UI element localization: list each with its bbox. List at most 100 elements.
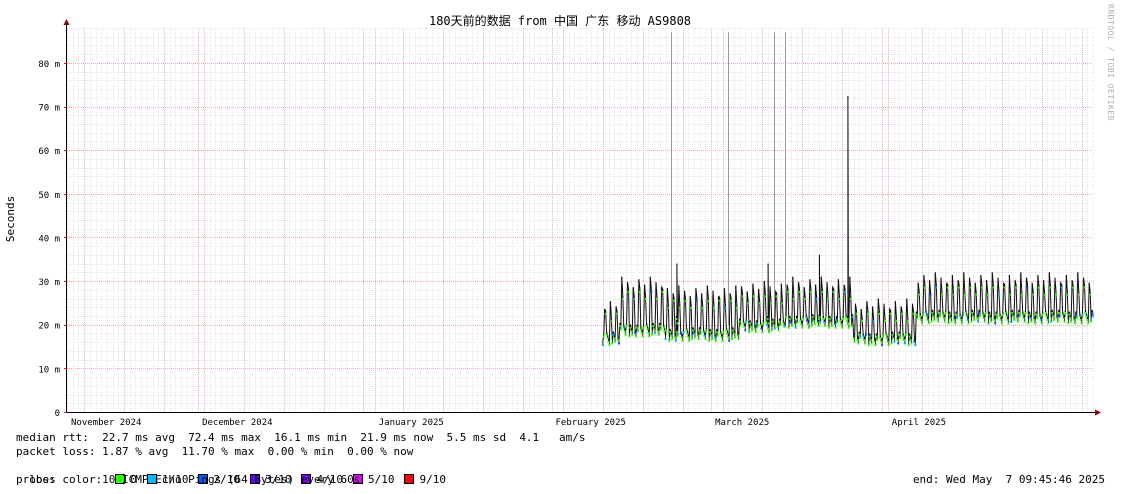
median-point [909, 338, 912, 341]
median-point [943, 320, 946, 323]
median-point [776, 325, 779, 328]
y-tick-label: 50 m [38, 191, 60, 201]
median-point [998, 315, 1001, 318]
x-tick-label: November 2024 [71, 418, 141, 428]
median-point [1046, 318, 1049, 321]
median-point [779, 324, 782, 327]
median-point [886, 340, 889, 343]
median-point [994, 322, 997, 325]
median-point [927, 322, 930, 325]
median-point [1056, 320, 1059, 323]
median-point [959, 315, 961, 318]
median-point [766, 318, 769, 320]
y-tick-label: 40 m [38, 234, 60, 244]
median-point [726, 332, 729, 335]
median-point [758, 302, 761, 305]
median-point [847, 326, 850, 329]
median-point [766, 324, 769, 327]
median-point [996, 317, 999, 320]
median-point [735, 306, 738, 309]
median-point [1050, 320, 1053, 323]
median-point [832, 290, 835, 293]
median-point [732, 332, 735, 335]
median-point [942, 317, 945, 320]
latency-chart: 0 10 m 20 m 30 m 40 m 50 m 60 m 70 m 80 m Novembe… [4, 13, 1101, 428]
median-point [659, 328, 662, 331]
median-point [698, 329, 701, 332]
y-axis-arrow [63, 19, 70, 25]
median-point [652, 324, 655, 327]
median-point [1079, 318, 1082, 321]
median-point [608, 344, 611, 347]
median-point [792, 297, 795, 300]
median-point [725, 329, 728, 332]
median-point [1016, 317, 1018, 320]
median-point [730, 299, 733, 302]
median-point [764, 295, 767, 298]
median-point [810, 324, 813, 327]
median-point [992, 286, 995, 289]
median-point [636, 330, 639, 333]
median-point [1057, 311, 1060, 314]
median-point [771, 320, 774, 323]
median-point [1069, 317, 1072, 320]
median-point [975, 293, 978, 296]
median-point [1004, 311, 1007, 314]
median-point [696, 334, 699, 337]
median-point [995, 313, 998, 316]
median-point [817, 324, 820, 327]
median-point [788, 318, 791, 320]
median-point [719, 332, 722, 335]
median-point [1054, 293, 1057, 296]
median-point [716, 334, 719, 337]
median-point [1037, 286, 1040, 289]
median-point [625, 324, 628, 327]
median-point [691, 338, 694, 341]
median-point [970, 320, 973, 323]
median-point [787, 290, 790, 293]
median-point [999, 318, 1002, 321]
median-point [840, 323, 843, 326]
median-point [633, 297, 636, 300]
median-point [777, 329, 780, 332]
median-point [688, 339, 691, 342]
median-point [1061, 313, 1064, 316]
median-point [816, 321, 819, 324]
median-point [1023, 320, 1026, 323]
median-point [1027, 322, 1030, 325]
median-point [855, 312, 858, 315]
median-point [661, 290, 664, 293]
median-point [728, 339, 731, 342]
median-point [856, 338, 859, 341]
median-point [882, 335, 885, 338]
median-point [684, 299, 687, 302]
median-point [958, 286, 961, 289]
median-point [973, 318, 976, 321]
median-point [750, 325, 752, 328]
median-point [819, 319, 822, 322]
median-point [941, 313, 944, 316]
median-point [635, 335, 638, 338]
median-point [924, 311, 927, 314]
median-point [817, 318, 820, 320]
median-point [759, 324, 762, 327]
median-point [737, 338, 740, 341]
median-point [800, 323, 803, 326]
end-timestamp: end: Wed May 7 09:45:46 2025 [912, 473, 1105, 486]
median-point [613, 337, 616, 340]
median-point [1073, 322, 1076, 325]
median-point [898, 333, 901, 336]
median-point [972, 315, 975, 318]
median-point [921, 313, 924, 316]
median-point [1005, 315, 1008, 318]
median-point [1017, 311, 1020, 314]
median-point [665, 329, 668, 332]
median-point [864, 342, 866, 345]
median-point [1047, 322, 1050, 325]
median-point [981, 313, 984, 316]
median-point [793, 323, 796, 326]
median-point [739, 324, 742, 327]
median-point [749, 322, 752, 325]
median-point [676, 334, 679, 337]
median-point [980, 286, 983, 289]
